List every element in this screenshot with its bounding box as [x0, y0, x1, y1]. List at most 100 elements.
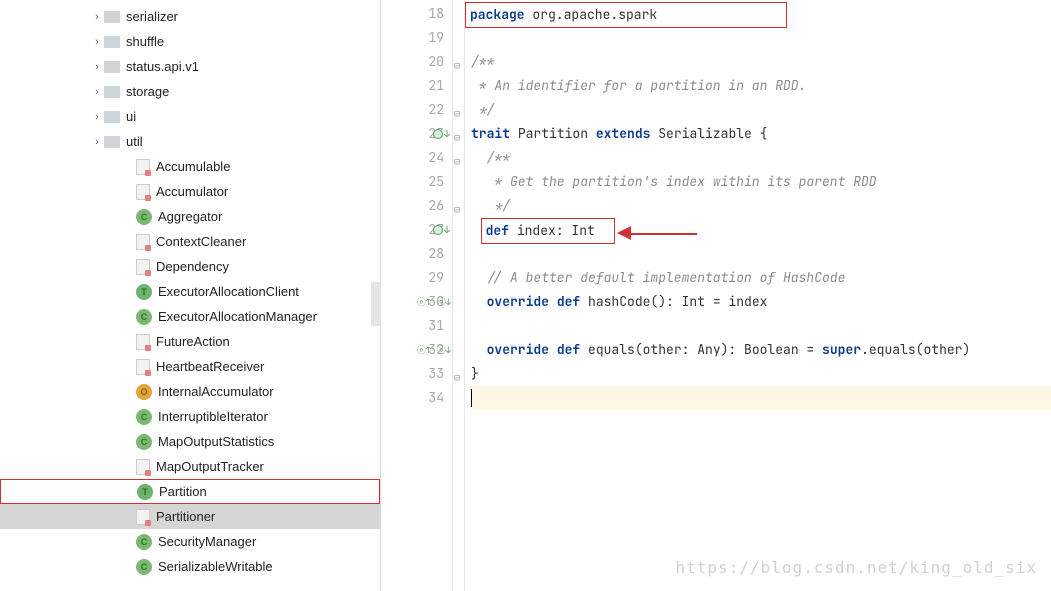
gutter-row[interactable]: 27 [381, 218, 452, 242]
gutter-row[interactable]: 22 [381, 98, 452, 122]
project-tree[interactable]: › serializer› shuffle› status.api.v1› st… [0, 0, 380, 591]
item-label: Partitioner [156, 509, 215, 524]
line-number: 22 [410, 98, 444, 122]
gutter-row[interactable]: 25 [381, 170, 452, 194]
tree-item-ContextCleaner[interactable]: ›ContextCleaner [0, 229, 380, 254]
code-line[interactable]: } [471, 362, 1051, 386]
code-line[interactable] [471, 26, 1051, 50]
fold-toggle-icon[interactable]: ⊟ [454, 366, 460, 390]
code-line[interactable]: */ [471, 98, 1051, 122]
code-line[interactable] [471, 386, 1051, 410]
chevron-right-icon[interactable]: › [90, 61, 104, 73]
item-label: MapOutputTracker [156, 459, 264, 474]
code-editor[interactable]: 18192021222324252627282930ⓞ↑ ⓞ↓3132ⓞ↑ ⓞ↓… [380, 0, 1051, 591]
gutter[interactable]: 18192021222324252627282930ⓞ↑ ⓞ↓3132ⓞ↑ ⓞ↓… [381, 0, 453, 591]
item-label: Accumulator [156, 184, 228, 199]
gutter-row[interactable]: 19 [381, 26, 452, 50]
line-number: 28 [410, 242, 444, 266]
code-line[interactable]: override def equals(other: Any): Boolean… [471, 338, 1051, 362]
chevron-right-icon[interactable]: › [90, 36, 104, 48]
code-line[interactable]: // A better default implementation of Ha… [471, 266, 1051, 290]
fold-toggle-icon[interactable]: ⊟ [454, 150, 460, 174]
code-line[interactable]: override def hashCode(): Int = index [471, 290, 1051, 314]
tree-item-SecurityManager[interactable]: ›CSecurityManager [0, 529, 380, 554]
selection-indicator [371, 282, 381, 326]
gutter-row[interactable]: 32ⓞ↑ ⓞ↓ [381, 338, 452, 362]
class-icon: C [136, 534, 152, 550]
fold-column[interactable]: ⊟⊟⊟⊟⊟⊟ [453, 0, 465, 591]
gutter-row[interactable]: 34 [381, 386, 452, 410]
line-number: 21 [410, 74, 444, 98]
folder-label: serializer [126, 9, 178, 24]
code-line[interactable] [471, 242, 1051, 266]
gutter-row[interactable]: 26 [381, 194, 452, 218]
chevron-right-icon[interactable]: › [90, 86, 104, 98]
folder-util[interactable]: › util [0, 129, 380, 154]
code-line[interactable]: /** [471, 146, 1051, 170]
code-line[interactable]: * An identifier for a partition in an RD… [471, 74, 1051, 98]
item-label: Partition [159, 484, 207, 499]
tree-item-InternalAccumulator[interactable]: ›OInternalAccumulator [0, 379, 380, 404]
tree-item-Aggregator[interactable]: ›CAggregator [0, 204, 380, 229]
tree-item-Partitioner[interactable]: ›Partitioner [0, 504, 380, 529]
fold-toggle-icon[interactable]: ⊟ [454, 102, 460, 126]
code-line[interactable]: /** [471, 50, 1051, 74]
folder-ui[interactable]: › ui [0, 104, 380, 129]
tree-item-InterruptibleIterator[interactable]: ›CInterruptibleIterator [0, 404, 380, 429]
file-icon [136, 259, 150, 275]
line-number: 34 [410, 386, 444, 410]
tree-item-Accumulable[interactable]: ›Accumulable [0, 154, 380, 179]
file-icon [136, 184, 150, 200]
trait-icon: T [137, 484, 153, 500]
item-label: Accumulable [156, 159, 230, 174]
gutter-row[interactable]: 21 [381, 74, 452, 98]
tree-item-FutureAction[interactable]: ›FutureAction [0, 329, 380, 354]
override-marker-icon[interactable]: ⓞ↑ ⓞ↓ [417, 290, 451, 314]
gutter-row[interactable]: 29 [381, 266, 452, 290]
fold-toggle-icon[interactable]: ⊟ [454, 198, 460, 222]
tree-item-Accumulator[interactable]: ›Accumulator [0, 179, 380, 204]
class-icon: C [136, 559, 152, 575]
fold-toggle-icon[interactable]: ⊟ [454, 126, 460, 150]
folder-storage[interactable]: › storage [0, 79, 380, 104]
gutter-row[interactable]: 30ⓞ↑ ⓞ↓ [381, 290, 452, 314]
tree-item-Dependency[interactable]: ›Dependency [0, 254, 380, 279]
gutter-row[interactable]: 33 [381, 362, 452, 386]
tree-item-HeartbeatReceiver[interactable]: ›HeartbeatReceiver [0, 354, 380, 379]
impl-marker-icon[interactable] [433, 122, 450, 146]
fold-toggle-icon[interactable]: ⊟ [454, 54, 460, 78]
tree-item-ExecutorAllocationClient[interactable]: ›TExecutorAllocationClient [0, 279, 380, 304]
folder-status-api-v1[interactable]: › status.api.v1 [0, 54, 380, 79]
tree-item-Partition[interactable]: ›TPartition [0, 479, 380, 504]
item-label: MapOutputStatistics [158, 434, 274, 449]
code-line[interactable]: */ [471, 194, 1051, 218]
chevron-right-icon[interactable]: › [90, 11, 104, 23]
code-area[interactable]: package org.apache.spark /** * An identi… [465, 0, 1051, 591]
tree-item-MapOutputTracker[interactable]: ›MapOutputTracker [0, 454, 380, 479]
folder-label: util [126, 134, 143, 149]
chevron-right-icon[interactable]: › [90, 111, 104, 123]
folder-icon [104, 136, 120, 148]
tree-item-SerializableWritable[interactable]: ›CSerializableWritable [0, 554, 380, 579]
folder-serializer[interactable]: › serializer [0, 4, 380, 29]
gutter-row[interactable]: 28 [381, 242, 452, 266]
tree-item-ExecutorAllocationManager[interactable]: ›CExecutorAllocationManager [0, 304, 380, 329]
class-icon: C [136, 434, 152, 450]
gutter-row[interactable]: 18 [381, 2, 452, 26]
chevron-right-icon[interactable]: › [90, 136, 104, 148]
gutter-row[interactable]: 24 [381, 146, 452, 170]
impl-marker-icon[interactable] [433, 218, 450, 242]
item-label: InterruptibleIterator [158, 409, 268, 424]
tree-item-MapOutputStatistics[interactable]: ›CMapOutputStatistics [0, 429, 380, 454]
folder-shuffle[interactable]: › shuffle [0, 29, 380, 54]
code-line[interactable]: package org.apache.spark [471, 2, 1051, 26]
code-line[interactable]: * Get the partition's index within its p… [471, 170, 1051, 194]
item-label: SecurityManager [158, 534, 256, 549]
gutter-row[interactable]: 20 [381, 50, 452, 74]
gutter-row[interactable]: 23 [381, 122, 452, 146]
code-line[interactable]: trait Partition extends Serializable { [471, 122, 1051, 146]
code-line[interactable]: def index: Int [471, 218, 1051, 242]
gutter-row[interactable]: 31 [381, 314, 452, 338]
code-line[interactable] [471, 314, 1051, 338]
override-marker-icon[interactable]: ⓞ↑ ⓞ↓ [417, 338, 451, 362]
